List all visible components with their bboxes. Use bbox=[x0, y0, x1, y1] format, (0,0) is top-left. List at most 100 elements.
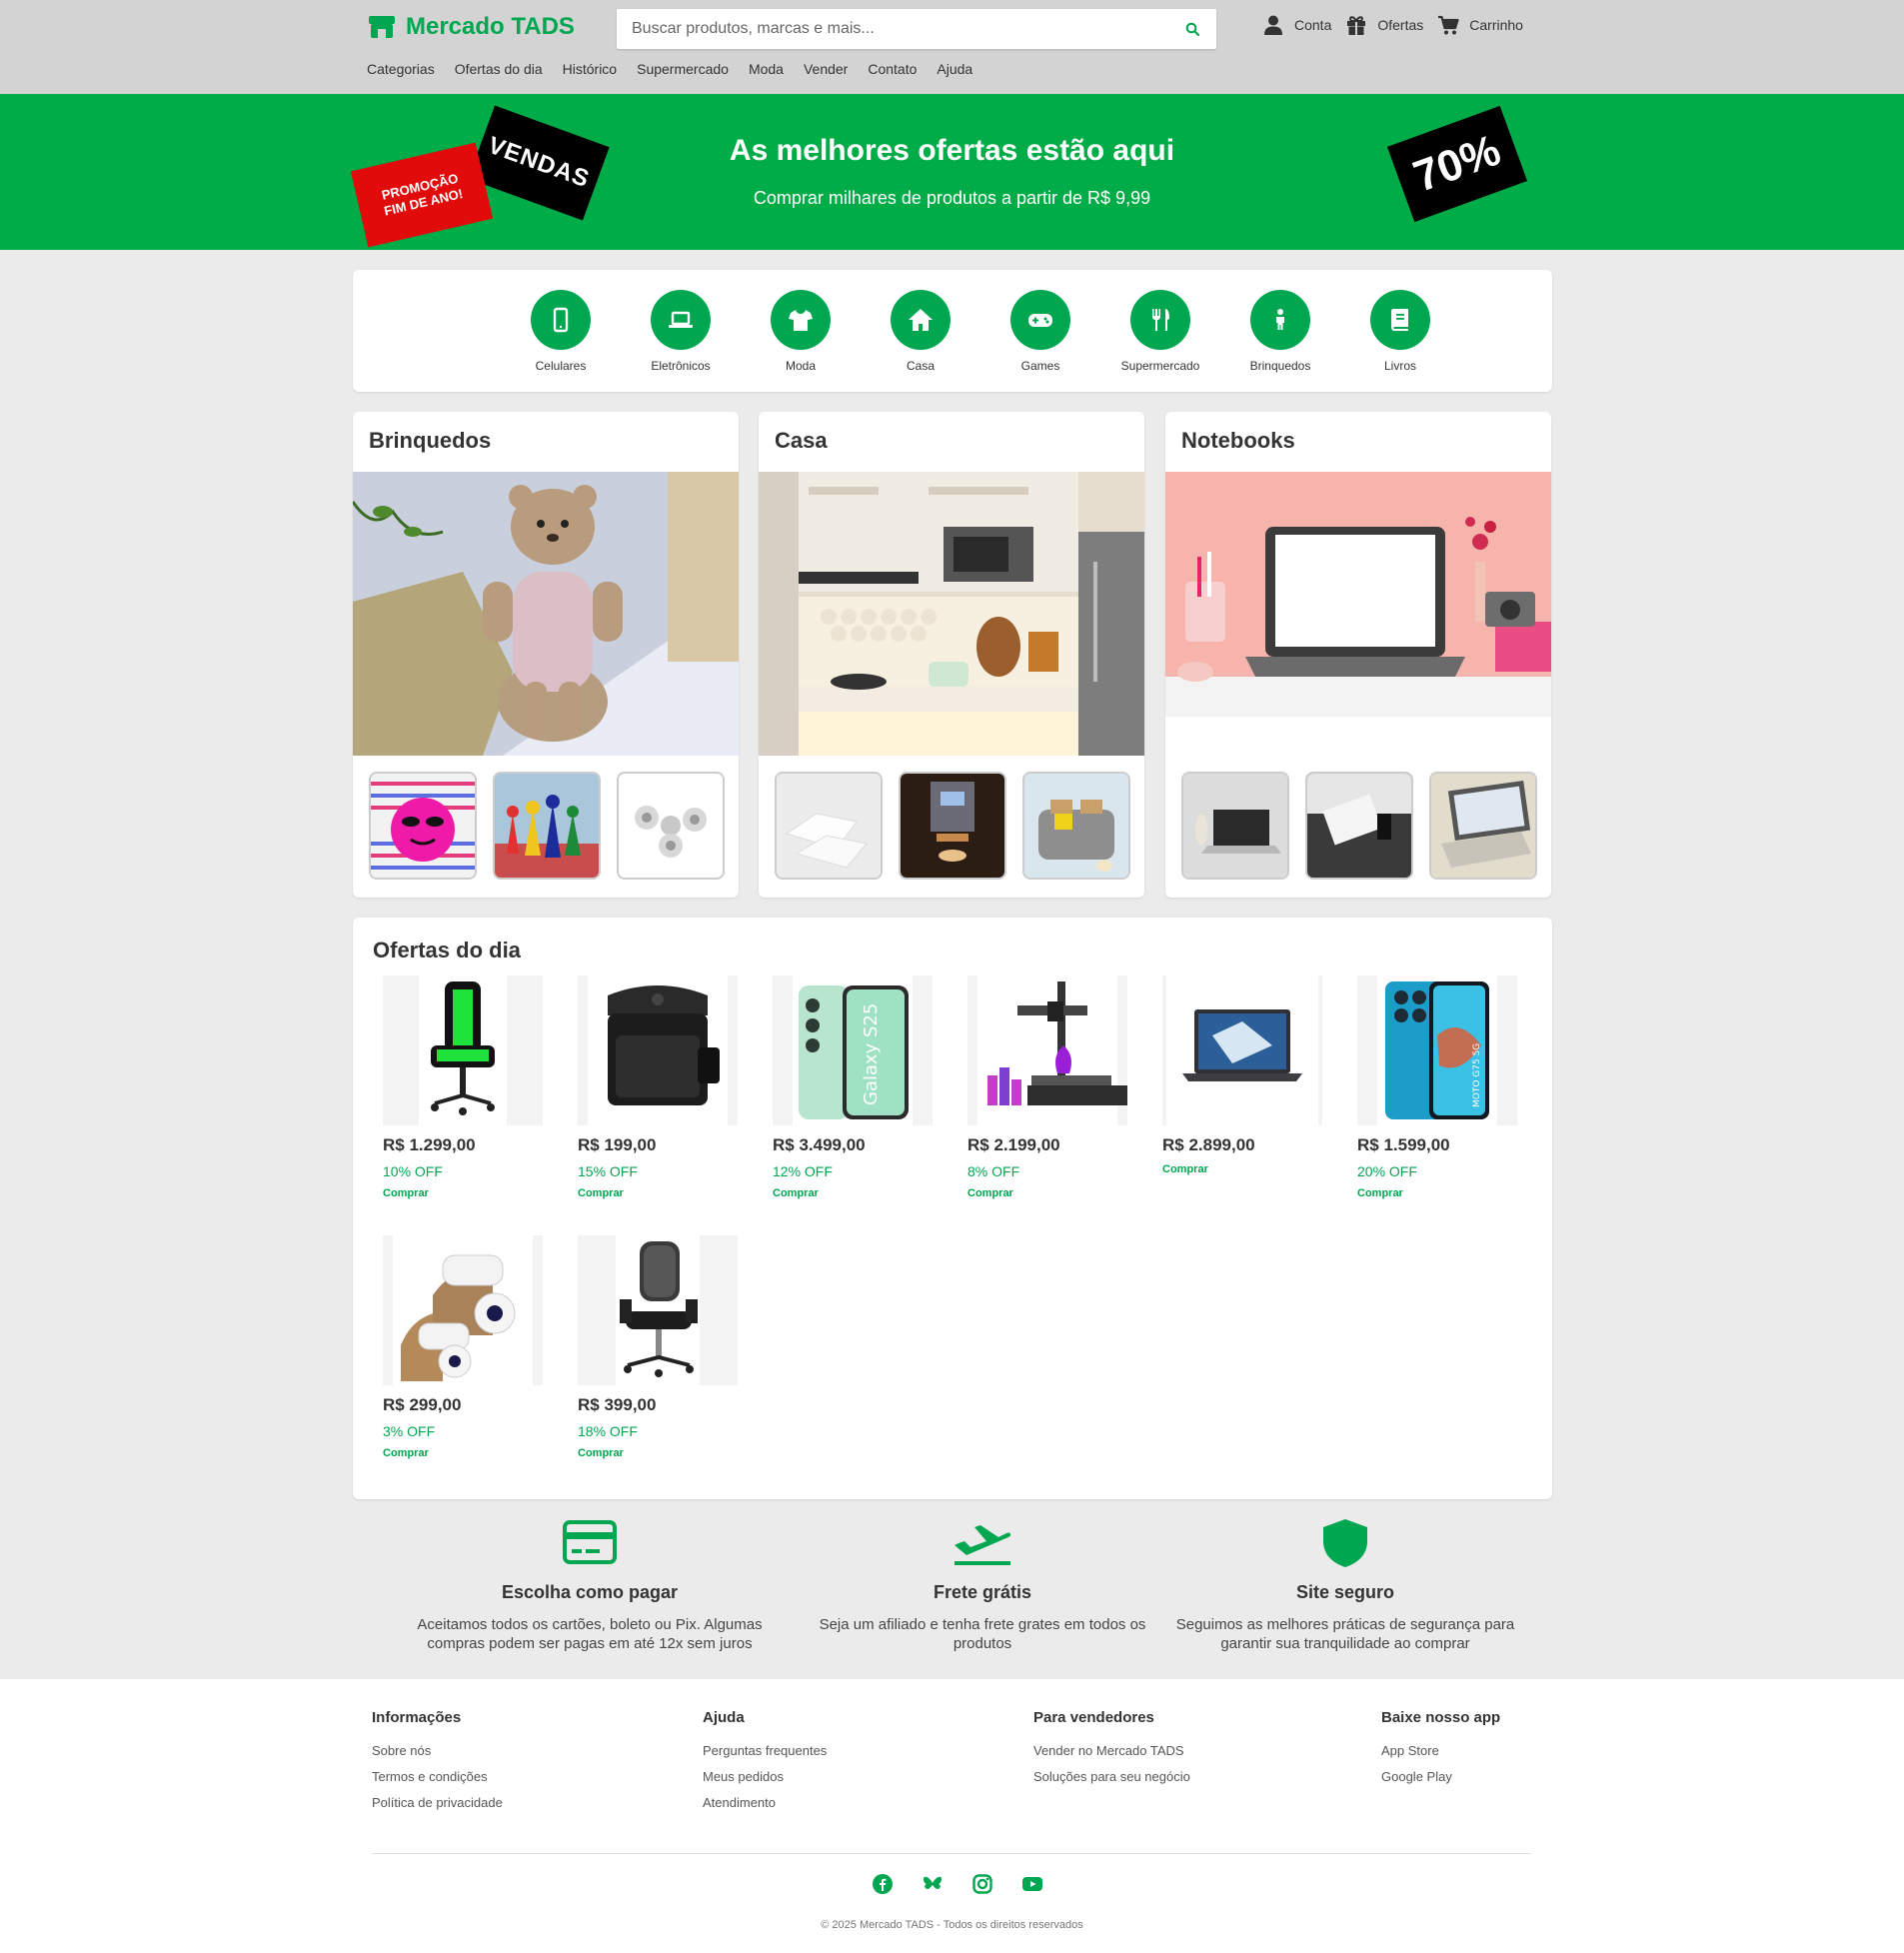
product-card[interactable]: R$ 2.899,00 Comprar bbox=[1162, 976, 1322, 1175]
footer-link[interactable]: Sobre nós bbox=[372, 1743, 503, 1758]
footer-link[interactable]: Política de privacidade bbox=[372, 1795, 503, 1810]
buy-button[interactable]: Comprar bbox=[773, 1187, 933, 1199]
featured-image-teddy-bear[interactable] bbox=[353, 472, 739, 756]
nav-contato[interactable]: Contato bbox=[868, 61, 917, 77]
footer-link[interactable]: App Store bbox=[1381, 1743, 1500, 1758]
category-livros[interactable]: Livros bbox=[1340, 290, 1460, 373]
category-label: Casa bbox=[906, 359, 935, 373]
footer-column-app: Baixe nosso app App Store Google Play bbox=[1381, 1709, 1500, 1795]
shirt-icon bbox=[789, 310, 813, 331]
info-payment: Escolha como pagar Aceitamos todos os ca… bbox=[400, 1517, 780, 1653]
footer-column-ajuda: Ajuda Perguntas frequentes Meus pedidos … bbox=[703, 1709, 827, 1821]
product-discount: 8% OFF bbox=[967, 1163, 1020, 1179]
product-image-air-fryer bbox=[578, 976, 738, 1125]
social-links bbox=[872, 1873, 1043, 1895]
footer-link[interactable]: Perguntas frequentes bbox=[703, 1743, 827, 1758]
cart-link[interactable]: Carrinho bbox=[1437, 12, 1523, 38]
category-supermercado[interactable]: Supermercado bbox=[1100, 290, 1220, 373]
buy-button[interactable]: Comprar bbox=[383, 1447, 543, 1459]
buy-button[interactable]: Comprar bbox=[1357, 1187, 1517, 1199]
thumb-white-dishes[interactable] bbox=[775, 772, 883, 880]
thumb-smiley-ball[interactable] bbox=[369, 772, 477, 880]
offers-link[interactable]: Ofertas bbox=[1345, 12, 1423, 38]
product-discount: 3% OFF bbox=[383, 1423, 436, 1439]
nav-moda[interactable]: Moda bbox=[749, 61, 784, 77]
account-link[interactable]: Conta bbox=[1262, 12, 1331, 38]
thumb-toaster[interactable] bbox=[1022, 772, 1130, 880]
promo-banner[interactable]: VENDAS PROMOÇÃO FIM DE ANO! As melhores … bbox=[0, 94, 1904, 250]
banner-title: As melhores ofertas estão aqui bbox=[729, 134, 1175, 167]
search-button[interactable] bbox=[1168, 9, 1216, 49]
buy-button[interactable]: Comprar bbox=[1162, 1163, 1322, 1175]
info-title: Frete grátis bbox=[933, 1582, 1032, 1602]
instagram-icon[interactable] bbox=[971, 1873, 993, 1895]
search-input[interactable] bbox=[617, 9, 1168, 49]
product-card[interactable]: R$ 399,00 18% OFF Comprar bbox=[578, 1235, 738, 1459]
featured-card-brinquedos: Brinquedos bbox=[353, 412, 739, 898]
offers-title: Ofertas do dia bbox=[373, 938, 521, 963]
buy-button[interactable]: Comprar bbox=[383, 1187, 543, 1199]
book-icon bbox=[1391, 309, 1408, 331]
nav-ajuda[interactable]: Ajuda bbox=[937, 61, 972, 77]
category-label: Eletrônicos bbox=[651, 359, 711, 373]
product-image-galaxy-phone: Galaxy S25 bbox=[773, 976, 933, 1125]
footer-heading: Ajuda bbox=[703, 1709, 745, 1726]
svg-text:Galaxy S25: Galaxy S25 bbox=[861, 1003, 882, 1105]
buy-button[interactable]: Comprar bbox=[578, 1447, 738, 1459]
product-card[interactable]: R$ 2.199,00 8% OFF Comprar bbox=[967, 976, 1127, 1199]
featured-card-notebooks: Notebooks bbox=[1165, 412, 1551, 898]
logo-text: Mercado TADS bbox=[406, 13, 575, 40]
product-price: R$ 3.499,00 bbox=[773, 1135, 866, 1154]
thumb-fidget-spinner[interactable] bbox=[617, 772, 725, 880]
thumb-laptop-dark[interactable] bbox=[1305, 772, 1413, 880]
category-eletronicos[interactable]: Eletrônicos bbox=[621, 290, 741, 373]
featured-image-kitchen[interactable] bbox=[759, 472, 1144, 756]
nav-vender[interactable]: Vender bbox=[804, 61, 848, 77]
thumb-laptop-screen[interactable] bbox=[1429, 772, 1537, 880]
footer-link[interactable]: Google Play bbox=[1381, 1769, 1500, 1784]
footer-link[interactable]: Meus pedidos bbox=[703, 1769, 827, 1784]
info-text: Seja um afiliado e tenha frete grates em… bbox=[819, 1616, 1146, 1652]
category-casa[interactable]: Casa bbox=[861, 290, 980, 373]
product-image-gaming-chair bbox=[383, 976, 543, 1125]
search-icon bbox=[1185, 22, 1199, 36]
nav-historico[interactable]: Histórico bbox=[563, 61, 617, 77]
product-card[interactable]: Galaxy S25 R$ 3.499,00 12% OFF Comprar bbox=[773, 976, 933, 1199]
category-moda[interactable]: Moda bbox=[741, 290, 861, 373]
thumb-coffee-machine[interactable] bbox=[899, 772, 1006, 880]
product-price: R$ 2.199,00 bbox=[967, 1135, 1060, 1154]
facebook-icon[interactable] bbox=[872, 1873, 894, 1895]
footer-link[interactable]: Vender no Mercado TADS bbox=[1033, 1743, 1190, 1758]
thumb-board-pieces[interactable] bbox=[493, 772, 601, 880]
bluesky-icon[interactable] bbox=[922, 1873, 944, 1895]
nav-supermercado[interactable]: Supermercado bbox=[637, 61, 729, 77]
footer-heading: Informações bbox=[372, 1709, 462, 1726]
category-celulares[interactable]: Celulares bbox=[501, 290, 621, 373]
category-label: Livros bbox=[1383, 359, 1416, 373]
category-brinquedos[interactable]: Brinquedos bbox=[1220, 290, 1340, 373]
thumb-laptop-white[interactable] bbox=[1181, 772, 1289, 880]
footer-heading: Baixe nosso app bbox=[1381, 1709, 1501, 1726]
product-card[interactable]: R$ 199,00 15% OFF Comprar bbox=[578, 976, 738, 1199]
footer-link[interactable]: Termos e condições bbox=[372, 1769, 503, 1784]
info-title: Site seguro bbox=[1295, 1582, 1395, 1602]
youtube-icon[interactable] bbox=[1021, 1873, 1043, 1895]
footer-link[interactable]: Atendimento bbox=[703, 1795, 827, 1810]
nav-ofertas-do-dia[interactable]: Ofertas do dia bbox=[455, 61, 543, 77]
user-icon bbox=[1264, 15, 1282, 35]
buy-button[interactable]: Comprar bbox=[967, 1187, 1127, 1199]
featured-image-laptop-desk[interactable] bbox=[1165, 472, 1551, 756]
product-price: R$ 1.599,00 bbox=[1357, 1135, 1450, 1154]
logo[interactable]: Mercado TADS bbox=[367, 12, 575, 42]
footer-link[interactable]: Soluções para seu negócio bbox=[1033, 1769, 1190, 1784]
product-card[interactable]: R$ 1.299,00 10% OFF Comprar bbox=[383, 976, 543, 1199]
gamepad-icon bbox=[1028, 314, 1052, 327]
svg-text:MOTO G75 5G: MOTO G75 5G bbox=[1472, 1043, 1482, 1107]
nav-categorias[interactable]: Categorias bbox=[367, 61, 435, 77]
product-card[interactable]: MOTO G75 5G R$ 1.599,00 20% OFF Comprar bbox=[1357, 976, 1517, 1199]
category-games[interactable]: Games bbox=[980, 290, 1100, 373]
product-card[interactable]: R$ 299,00 3% OFF Comprar bbox=[383, 1235, 543, 1459]
buy-button[interactable]: Comprar bbox=[578, 1187, 738, 1199]
banner-subtitle: Comprar milhares de produtos a partir de… bbox=[753, 188, 1151, 208]
product-image-office-chair bbox=[578, 1235, 738, 1385]
